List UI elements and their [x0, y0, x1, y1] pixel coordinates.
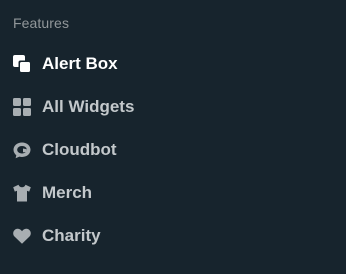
sidebar-item-label: Alert Box: [42, 54, 118, 73]
cloudbot-icon: [12, 140, 32, 160]
sidebar-item-cloudbot[interactable]: Cloudbot: [0, 130, 346, 168]
features-sidebar: Features Alert Box All Widgets Cloudbot …: [0, 0, 346, 274]
widgets-grid-icon: [12, 97, 32, 117]
sidebar-item-alert-box[interactable]: Alert Box: [0, 44, 346, 82]
sidebar-item-label: Merch: [42, 183, 93, 202]
alert-box-icon: [12, 54, 32, 74]
tshirt-icon: [12, 183, 32, 203]
sidebar-item-merch[interactable]: Merch: [0, 173, 346, 211]
section-title: Features: [13, 15, 70, 31]
sidebar-item-label: All Widgets: [42, 97, 135, 116]
sidebar-item-label: Cloudbot: [42, 140, 117, 159]
sidebar-item-all-widgets[interactable]: All Widgets: [0, 87, 346, 125]
heart-icon: [12, 226, 32, 246]
sidebar-item-charity[interactable]: Charity: [0, 216, 346, 254]
sidebar-item-label: Charity: [42, 226, 101, 245]
